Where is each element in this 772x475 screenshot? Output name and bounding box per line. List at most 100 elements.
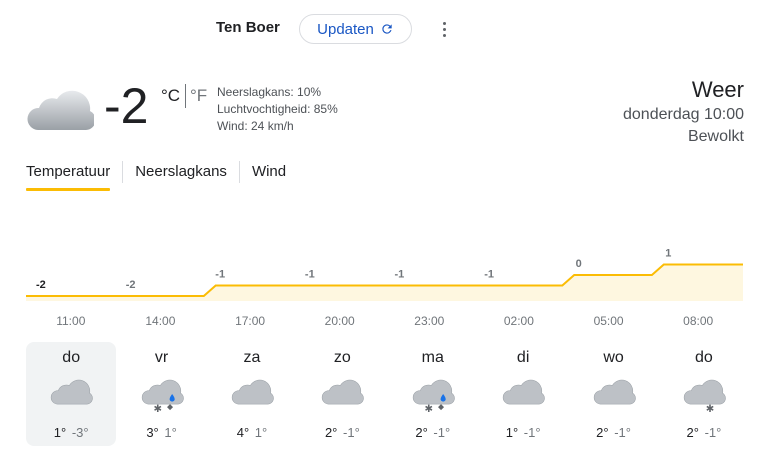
time-tick-label: 02:00	[503, 314, 534, 328]
day-icon	[592, 372, 636, 416]
current-temperature: -2	[104, 78, 149, 134]
day-low: -1°	[704, 425, 722, 440]
day-low: 1°	[254, 425, 268, 440]
day-icon	[49, 372, 93, 416]
precipitation-chance: Neerslagkans: 10%	[217, 85, 322, 99]
time-tick-label: 20:00	[324, 314, 355, 328]
summary-condition: Bewolkt	[687, 128, 744, 145]
rain-snow-icon: ✱	[141, 379, 184, 415]
rain-snow-icon: ✱	[412, 379, 455, 415]
day-name: do	[62, 349, 81, 366]
day-name: ma	[421, 349, 444, 366]
refresh-icon	[382, 24, 392, 34]
time-tick-label: 14:00	[145, 314, 176, 328]
time-tick-label: 08:00	[683, 314, 714, 328]
update-button[interactable]: Updaten	[299, 14, 412, 44]
day-temperatures: 1° -3°	[26, 425, 116, 440]
unit-divider	[185, 84, 186, 108]
snow-icon: ✱	[683, 379, 726, 415]
temperature-data-label: -2	[126, 279, 136, 291]
cloud-icon	[27, 90, 94, 130]
svg-text:✱: ✱	[424, 404, 433, 415]
day-icon	[320, 372, 365, 416]
day-name: do	[695, 349, 713, 366]
day-icon	[501, 372, 545, 416]
day-high: 2°	[686, 425, 699, 440]
temperature-data-label: 1	[665, 248, 671, 260]
tab-temperature[interactable]: Temperatuur	[26, 159, 111, 191]
summary-datetime: donderdag 10:00	[623, 106, 744, 123]
svg-text:✱: ✱	[706, 404, 715, 415]
day-name: vr	[154, 349, 169, 366]
daily-forecast: do 1° -3° vr ✱ 3° 1° za 4° 1° zo 2° -1° ma ✱ 2° -1°…	[26, 342, 749, 446]
tab-divider	[238, 161, 240, 183]
svg-text:✱: ✱	[153, 404, 162, 415]
day-forecast[interactable]: vr ✱ 3° 1°	[116, 342, 206, 446]
day-forecast[interactable]: ma ✱ 2° -1°	[388, 342, 478, 446]
day-low: -1°	[614, 425, 631, 440]
unit-celsius[interactable]: °C	[161, 86, 180, 106]
day-icon: ✱	[140, 372, 184, 416]
day-temperatures: 4° 1°	[207, 425, 297, 440]
day-low: -1°	[343, 425, 360, 440]
day-icon: ✱	[682, 372, 726, 416]
temperature-data-label: -1	[484, 269, 494, 281]
temperature-data-label: -1	[395, 269, 405, 281]
day-high: 3°	[146, 425, 159, 440]
day-icon: ✱	[411, 372, 455, 416]
day-high: 2°	[415, 425, 428, 440]
day-forecast[interactable]: za 4° 1°	[207, 342, 297, 446]
temperature-data-label: 0	[576, 258, 582, 270]
weather-details: Neerslagkans: 10% Luchtvochtigheid: 85% …	[217, 84, 338, 135]
day-high: 2°	[324, 425, 338, 440]
time-axis: 11:00 14:00 17:00 20:00 23:00 02:00 05:00 08:00	[0, 314, 772, 332]
day-temperatures: 1° -1°	[478, 425, 568, 440]
cloud-icon	[231, 379, 274, 405]
day-high: 1°	[505, 425, 519, 440]
day-temperatures: 2° -1°	[659, 425, 749, 440]
day-name: wo	[603, 349, 624, 366]
day-low: 1°	[164, 425, 177, 440]
weather-summary: Weer donderdag 10:00 Bewolkt	[623, 76, 744, 148]
day-temperatures: 2° -1°	[568, 425, 658, 440]
day-temperatures: 2° -1°	[388, 425, 478, 440]
day-forecast[interactable]: zo 2° -1°	[297, 342, 387, 446]
time-tick-label: 23:00	[414, 314, 445, 328]
day-high: 1°	[53, 425, 67, 440]
tab-divider	[122, 161, 124, 183]
update-label: Updaten	[317, 20, 374, 38]
cloud-icon	[503, 379, 545, 405]
summary-title: Weer	[691, 77, 744, 102]
day-name: di	[516, 349, 530, 366]
day-name: zo	[333, 349, 351, 366]
day-high: 2°	[596, 425, 609, 440]
day-temperatures: 2° -1°	[297, 425, 387, 440]
more-options-icon[interactable]	[436, 18, 452, 40]
day-forecast[interactable]: wo 2° -1°	[568, 342, 658, 446]
day-name: za	[243, 349, 261, 366]
day-low: -3°	[71, 425, 89, 440]
cloud-icon	[593, 379, 636, 405]
day-high: 4°	[236, 425, 250, 440]
tab-wind[interactable]: Wind	[252, 159, 286, 191]
wind-speed: Wind: 24 km/h	[217, 119, 294, 133]
time-tick-label: 05:00	[593, 314, 624, 328]
day-forecast[interactable]: do ✱ 2° -1°	[659, 342, 749, 446]
temperature-data-label: -2	[36, 279, 46, 291]
day-low: -1°	[433, 425, 451, 440]
time-tick-label: 11:00	[56, 314, 86, 328]
humidity: Luchtvochtigheid: 85%	[217, 102, 338, 116]
day-forecast[interactable]: di 1° -1°	[478, 342, 568, 446]
time-tick-label: 17:00	[235, 314, 266, 328]
chart-tabs: Temperatuur Neerslagkans Wind	[26, 159, 286, 191]
location-title: Ten Boer	[216, 19, 280, 36]
temperature-chart[interactable]: -2 -2 -1 -1 -1 -1 0 1	[0, 235, 772, 305]
cloud-icon	[322, 379, 365, 405]
temperature-data-label: -1	[305, 269, 315, 281]
cloud-icon	[51, 379, 93, 405]
unit-fahrenheit[interactable]: °F	[190, 86, 207, 106]
tab-precipitation[interactable]: Neerslagkans	[135, 159, 227, 191]
day-forecast[interactable]: do 1° -3°	[26, 342, 117, 446]
day-temperatures: 3° 1°	[116, 425, 206, 440]
day-low: -1°	[523, 425, 541, 440]
